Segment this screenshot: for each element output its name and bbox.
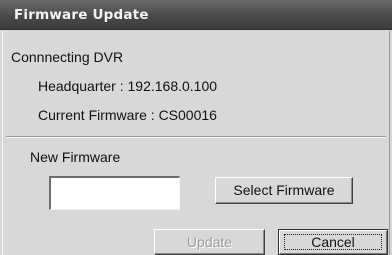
new-firmware-label: New Firmware (30, 149, 121, 165)
cancel-button-label: Cancel (311, 234, 355, 250)
update-button[interactable]: Update (154, 229, 265, 255)
headquarter-address-label: Headquarter : 192.168.0.100 (38, 78, 218, 94)
cancel-button[interactable]: Cancel (278, 229, 388, 255)
select-firmware-button[interactable]: Select Firmware (215, 177, 353, 204)
connecting-dvr-label: Connnecting DVR (11, 49, 124, 65)
current-firmware-label: Current Firmware : CS00016 (38, 107, 217, 123)
firmware-path-field[interactable] (49, 176, 180, 210)
title-bar[interactable]: Firmware Update (0, 0, 392, 30)
window-title: Firmware Update (14, 7, 149, 23)
firmware-update-dialog: Firmware Update Connnecting DVR Headquar… (0, 0, 392, 255)
section-divider (6, 136, 386, 138)
